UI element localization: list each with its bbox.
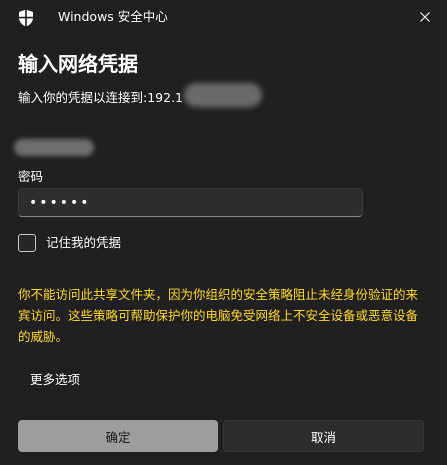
dialog-heading: 输入网络凭据 bbox=[18, 52, 138, 76]
remember-checkbox[interactable] bbox=[18, 234, 36, 252]
redacted-host-address bbox=[184, 83, 262, 107]
password-label: 密码 bbox=[18, 169, 44, 184]
ok-button[interactable]: 确定 bbox=[18, 420, 218, 452]
remember-credentials-option[interactable]: 记住我的凭据 bbox=[18, 233, 121, 253]
title-bar: Windows 安全中心 bbox=[0, 0, 447, 36]
connect-to-text: 输入你的凭据以连接到:192.1 bbox=[18, 90, 183, 105]
redacted-username bbox=[14, 139, 94, 156]
close-button[interactable] bbox=[403, 0, 447, 34]
password-field[interactable] bbox=[18, 188, 363, 217]
more-options-link[interactable]: 更多选项 bbox=[30, 371, 80, 389]
shield-icon bbox=[16, 8, 36, 28]
close-icon bbox=[419, 8, 431, 27]
security-warning-text: 你不能访问此共享文件夹，因为你组织的安全策略阻止未经身份验证的来宾访问。这些策略… bbox=[18, 287, 419, 344]
cancel-button[interactable]: 取消 bbox=[223, 420, 424, 452]
credential-dialog: Windows 安全中心 输入网络凭据 输入你的凭据以连接到:192.1 密码 … bbox=[0, 0, 447, 465]
remember-label: 记住我的凭据 bbox=[46, 235, 122, 250]
app-title: Windows 安全中心 bbox=[58, 9, 168, 24]
